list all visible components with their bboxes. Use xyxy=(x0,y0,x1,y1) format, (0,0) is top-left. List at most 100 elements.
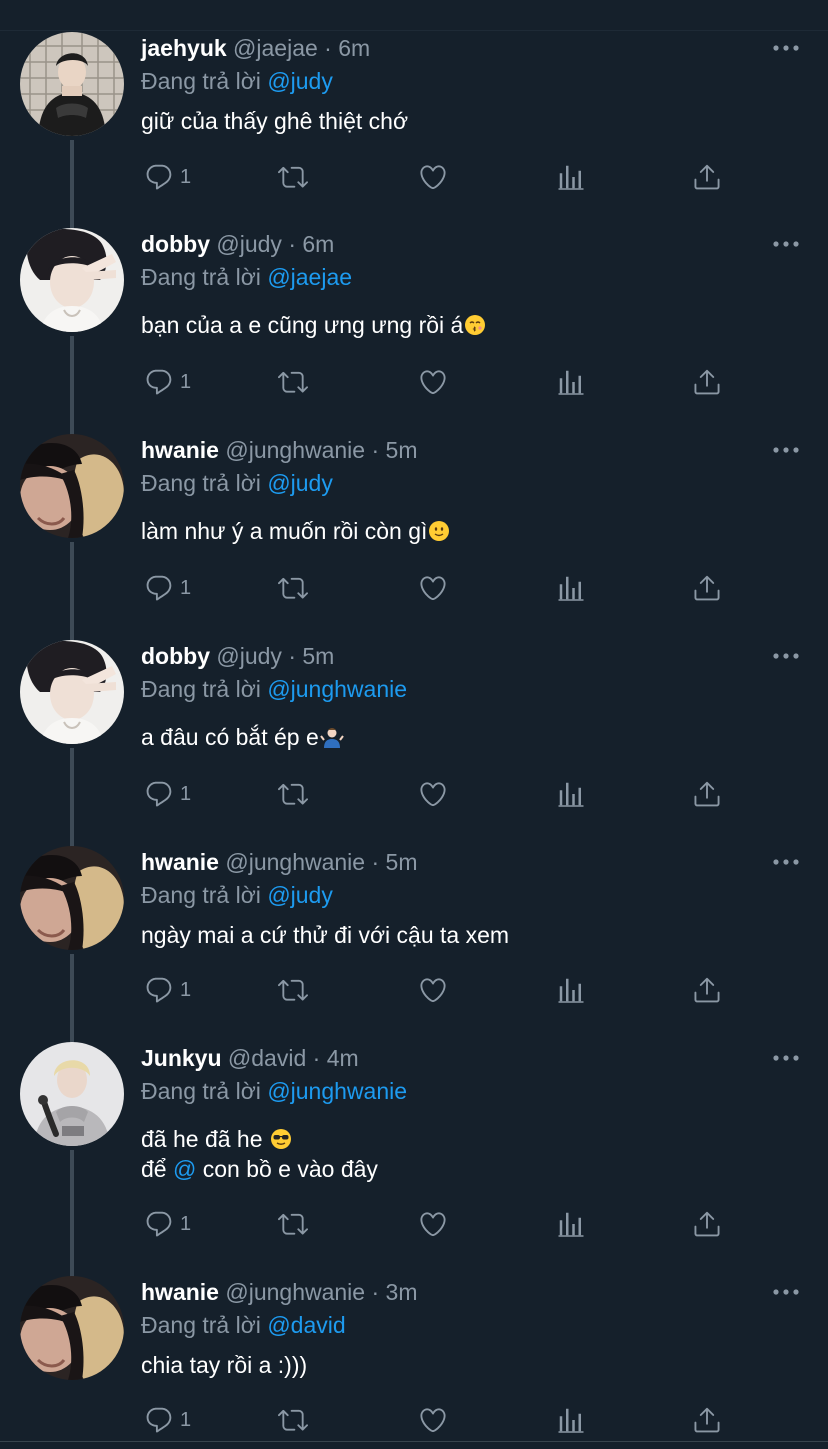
display-name[interactable]: jaehyuk xyxy=(141,35,227,61)
timestamp[interactable]: 5m xyxy=(386,849,418,875)
replying-to: Đang trả lời @junghwanie xyxy=(141,675,407,703)
timestamp[interactable]: 5m xyxy=(302,643,334,669)
replying-to: Đang trả lời @junghwanie xyxy=(141,1077,407,1105)
reply-to-mention[interactable]: @judy xyxy=(267,882,333,908)
user-handle[interactable]: @jaejae xyxy=(233,35,318,61)
timestamp[interactable]: 6m xyxy=(338,35,370,61)
reply-button[interactable]: 1 xyxy=(144,1204,191,1244)
more-options-icon[interactable] xyxy=(770,38,802,58)
user-handle[interactable]: @david xyxy=(228,1045,306,1071)
retweet-button[interactable] xyxy=(278,157,308,197)
user-handle[interactable]: @junghwanie xyxy=(225,1279,365,1305)
analytics-button[interactable] xyxy=(556,568,586,608)
more-options-icon[interactable] xyxy=(770,1048,802,1068)
avatar-hwanie[interactable] xyxy=(20,1276,124,1380)
avatar-hwanie[interactable] xyxy=(20,434,124,538)
share-button[interactable] xyxy=(692,1400,722,1440)
like-button[interactable] xyxy=(418,970,448,1010)
tweet-header: hwanie @junghwanie · 5m xyxy=(141,436,417,464)
reply-icon xyxy=(144,367,174,397)
replying-to-label: Đang trả lời xyxy=(141,1312,261,1338)
inline-mention[interactable]: @ xyxy=(173,1156,196,1182)
analytics-icon xyxy=(556,162,586,192)
tweet-text-line: đã he đã he xyxy=(141,1124,378,1154)
replying-to: Đang trả lời @david xyxy=(141,1311,346,1339)
avatar-junkyu[interactable] xyxy=(20,1042,124,1146)
display-name[interactable]: hwanie xyxy=(141,437,219,463)
reply-to-mention[interactable]: @jaejae xyxy=(267,264,352,290)
reply-tweet[interactable]: Junkyu @david · 4m Đang trả lời @junghwa… xyxy=(0,0,828,1449)
like-button[interactable] xyxy=(418,1400,448,1440)
reply-to-mention[interactable]: @judy xyxy=(267,470,333,496)
analytics-icon xyxy=(556,1405,586,1435)
tweet-actions: 1 xyxy=(0,568,828,608)
retweet-button[interactable] xyxy=(278,1204,308,1244)
like-icon xyxy=(418,573,448,603)
share-button[interactable] xyxy=(692,1204,722,1244)
share-button[interactable] xyxy=(692,970,722,1010)
user-handle[interactable]: @junghwanie xyxy=(225,849,365,875)
like-button[interactable] xyxy=(418,157,448,197)
retweet-icon xyxy=(278,1209,308,1239)
reply-button[interactable]: 1 xyxy=(144,568,191,608)
reply-to-mention[interactable]: @junghwanie xyxy=(267,676,407,702)
analytics-button[interactable] xyxy=(556,1204,586,1244)
retweet-button[interactable] xyxy=(278,970,308,1010)
display-name[interactable]: hwanie xyxy=(141,849,219,875)
reply-to-mention[interactable]: @junghwanie xyxy=(267,1078,407,1104)
reply-icon xyxy=(144,779,174,809)
user-handle[interactable]: @judy xyxy=(216,231,282,257)
analytics-button[interactable] xyxy=(556,774,586,814)
more-options-icon[interactable] xyxy=(770,852,802,872)
analytics-button[interactable] xyxy=(556,157,586,197)
timestamp[interactable]: 5m xyxy=(386,437,418,463)
avatar-dobby[interactable] xyxy=(20,640,124,744)
more-options-icon[interactable] xyxy=(770,646,802,666)
user-handle[interactable]: @junghwanie xyxy=(225,437,365,463)
more-options-icon[interactable] xyxy=(770,1282,802,1302)
reply-button[interactable]: 1 xyxy=(144,157,191,197)
reply-button[interactable]: 1 xyxy=(144,1400,191,1440)
share-button[interactable] xyxy=(692,362,722,402)
retweet-button[interactable] xyxy=(278,362,308,402)
display-name[interactable]: dobby xyxy=(141,643,210,669)
analytics-button[interactable] xyxy=(556,362,586,402)
avatar-hwanie[interactable] xyxy=(20,846,124,950)
display-name[interactable]: hwanie xyxy=(141,1279,219,1305)
user-handle[interactable]: @judy xyxy=(216,643,282,669)
reply-to-mention[interactable]: @judy xyxy=(267,68,333,94)
retweet-button[interactable] xyxy=(278,568,308,608)
reply-button[interactable]: 1 xyxy=(144,362,191,402)
like-button[interactable] xyxy=(418,568,448,608)
share-icon xyxy=(692,573,722,603)
display-name[interactable]: dobby xyxy=(141,231,210,257)
share-button[interactable] xyxy=(692,157,722,197)
reply-icon xyxy=(144,1405,174,1435)
avatar-dobby[interactable] xyxy=(20,228,124,332)
share-button[interactable] xyxy=(692,774,722,814)
reply-to-mention[interactable]: @david xyxy=(267,1312,345,1338)
display-name[interactable]: Junkyu xyxy=(141,1045,222,1071)
more-options-icon[interactable] xyxy=(770,440,802,460)
replying-to-label: Đang trả lời xyxy=(141,264,261,290)
reply-button[interactable]: 1 xyxy=(144,774,191,814)
avatar-jaehyuk[interactable] xyxy=(20,32,124,136)
tweet-text-line: a đâu có bắt ép e xyxy=(141,722,344,752)
like-button[interactable] xyxy=(418,1204,448,1244)
tweet-actions: 1 xyxy=(0,1400,828,1440)
tweet-text-line: giữ của thấy ghê thiệt chớ xyxy=(141,106,408,136)
timestamp[interactable]: 6m xyxy=(302,231,334,257)
share-button[interactable] xyxy=(692,568,722,608)
retweet-icon xyxy=(278,1405,308,1435)
more-options-icon[interactable] xyxy=(770,234,802,254)
like-button[interactable] xyxy=(418,774,448,814)
analytics-button[interactable] xyxy=(556,1400,586,1440)
retweet-button[interactable] xyxy=(278,774,308,814)
analytics-button[interactable] xyxy=(556,970,586,1010)
timestamp[interactable]: 4m xyxy=(327,1045,359,1071)
share-icon xyxy=(692,779,722,809)
reply-button[interactable]: 1 xyxy=(144,970,191,1010)
timestamp[interactable]: 3m xyxy=(386,1279,418,1305)
like-button[interactable] xyxy=(418,362,448,402)
retweet-button[interactable] xyxy=(278,1400,308,1440)
